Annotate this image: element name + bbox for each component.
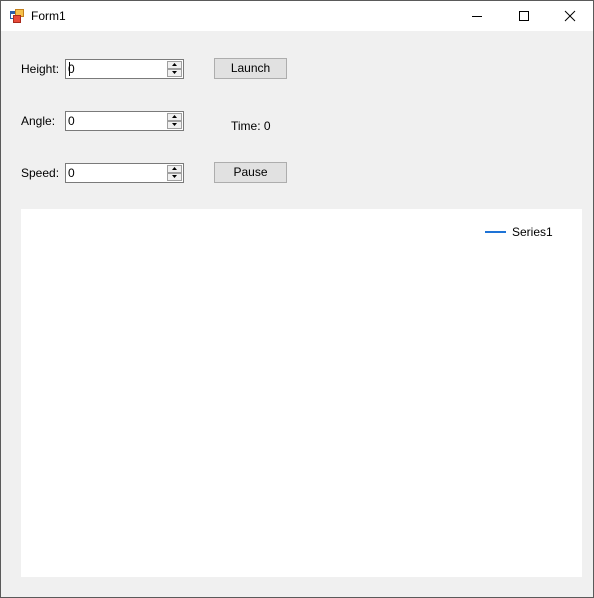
arrow-down-icon — [172, 71, 177, 74]
legend-series-line — [485, 231, 506, 233]
arrow-up-icon — [172, 115, 177, 118]
window-title: Form1 — [31, 9, 66, 23]
title-bar[interactable]: Form1 — [1, 1, 593, 31]
angle-input[interactable] — [68, 114, 164, 128]
height-decrement-button[interactable] — [167, 69, 182, 77]
angle-label: Angle: — [21, 114, 56, 128]
speed-spin-buttons — [167, 165, 182, 181]
height-increment-button[interactable] — [167, 61, 182, 69]
minimize-icon — [472, 16, 482, 17]
maximize-icon — [519, 11, 529, 21]
height-spin-buttons — [167, 61, 182, 77]
angle-spin-buttons — [167, 113, 182, 129]
trajectory-chart: Series1 — [21, 209, 582, 577]
height-label: Height: — [21, 62, 60, 76]
speed-label: Speed: — [21, 166, 60, 180]
speed-increment-button[interactable] — [167, 165, 182, 173]
arrow-down-icon — [172, 175, 177, 178]
minimize-button[interactable] — [455, 1, 501, 31]
angle-decrement-button[interactable] — [167, 121, 182, 129]
legend-series-label: Series1 — [512, 225, 553, 239]
height-numeric-updown[interactable] — [65, 59, 184, 79]
app-icon — [10, 9, 25, 23]
height-input[interactable] — [68, 62, 164, 76]
arrow-up-icon — [172, 63, 177, 66]
arrow-down-icon — [172, 123, 177, 126]
speed-numeric-updown[interactable] — [65, 163, 184, 183]
maximize-button[interactable] — [501, 1, 547, 31]
angle-numeric-updown[interactable] — [65, 111, 184, 131]
pause-button[interactable]: Pause — [214, 162, 287, 183]
time-label: Time: 0 — [231, 119, 271, 133]
speed-decrement-button[interactable] — [167, 173, 182, 181]
close-button[interactable] — [547, 1, 593, 31]
angle-increment-button[interactable] — [167, 113, 182, 121]
launch-button[interactable]: Launch — [214, 58, 287, 79]
close-icon — [564, 10, 576, 22]
text-caret — [69, 62, 70, 76]
speed-input[interactable] — [68, 166, 164, 180]
main-window: Form1 Height: 0 Angle: 0 Speed: 0 Launch… — [0, 0, 594, 598]
arrow-up-icon — [172, 167, 177, 170]
